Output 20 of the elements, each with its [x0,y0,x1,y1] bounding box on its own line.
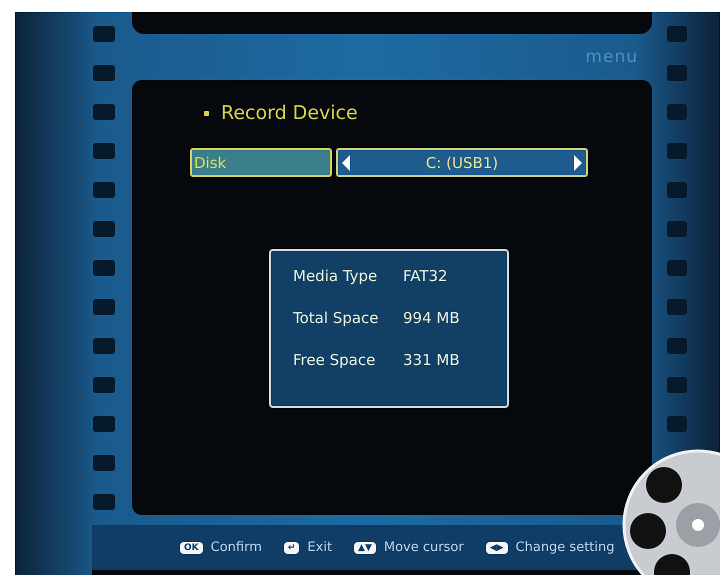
left-arrow-icon[interactable] [342,154,350,170]
key-badge: ▲▼ [354,542,376,554]
hint-label: Change setting [516,540,615,555]
info-label: Total Space [293,309,380,327]
hint-label: Confirm [210,540,262,555]
bullet-icon [204,110,209,116]
hint-label: Move cursor [384,540,464,555]
info-label: Free Space [293,351,376,369]
info-value: FAT32 [403,267,448,285]
hint-label: Exit [307,540,332,555]
key-badge: OK [180,542,203,554]
title-text: Record Device [221,102,358,124]
right-arrow-icon[interactable] [574,154,582,170]
info-value: 331 MB [403,351,460,369]
key-badge: ↵ [284,542,300,554]
setting-label[interactable]: Disk [190,148,332,177]
info-label: Media Type [293,267,378,285]
key-badge: ◀▶ [486,542,508,554]
disk-selector[interactable]: C: (USB1) [336,148,588,177]
info-value: 994 MB [403,309,460,327]
